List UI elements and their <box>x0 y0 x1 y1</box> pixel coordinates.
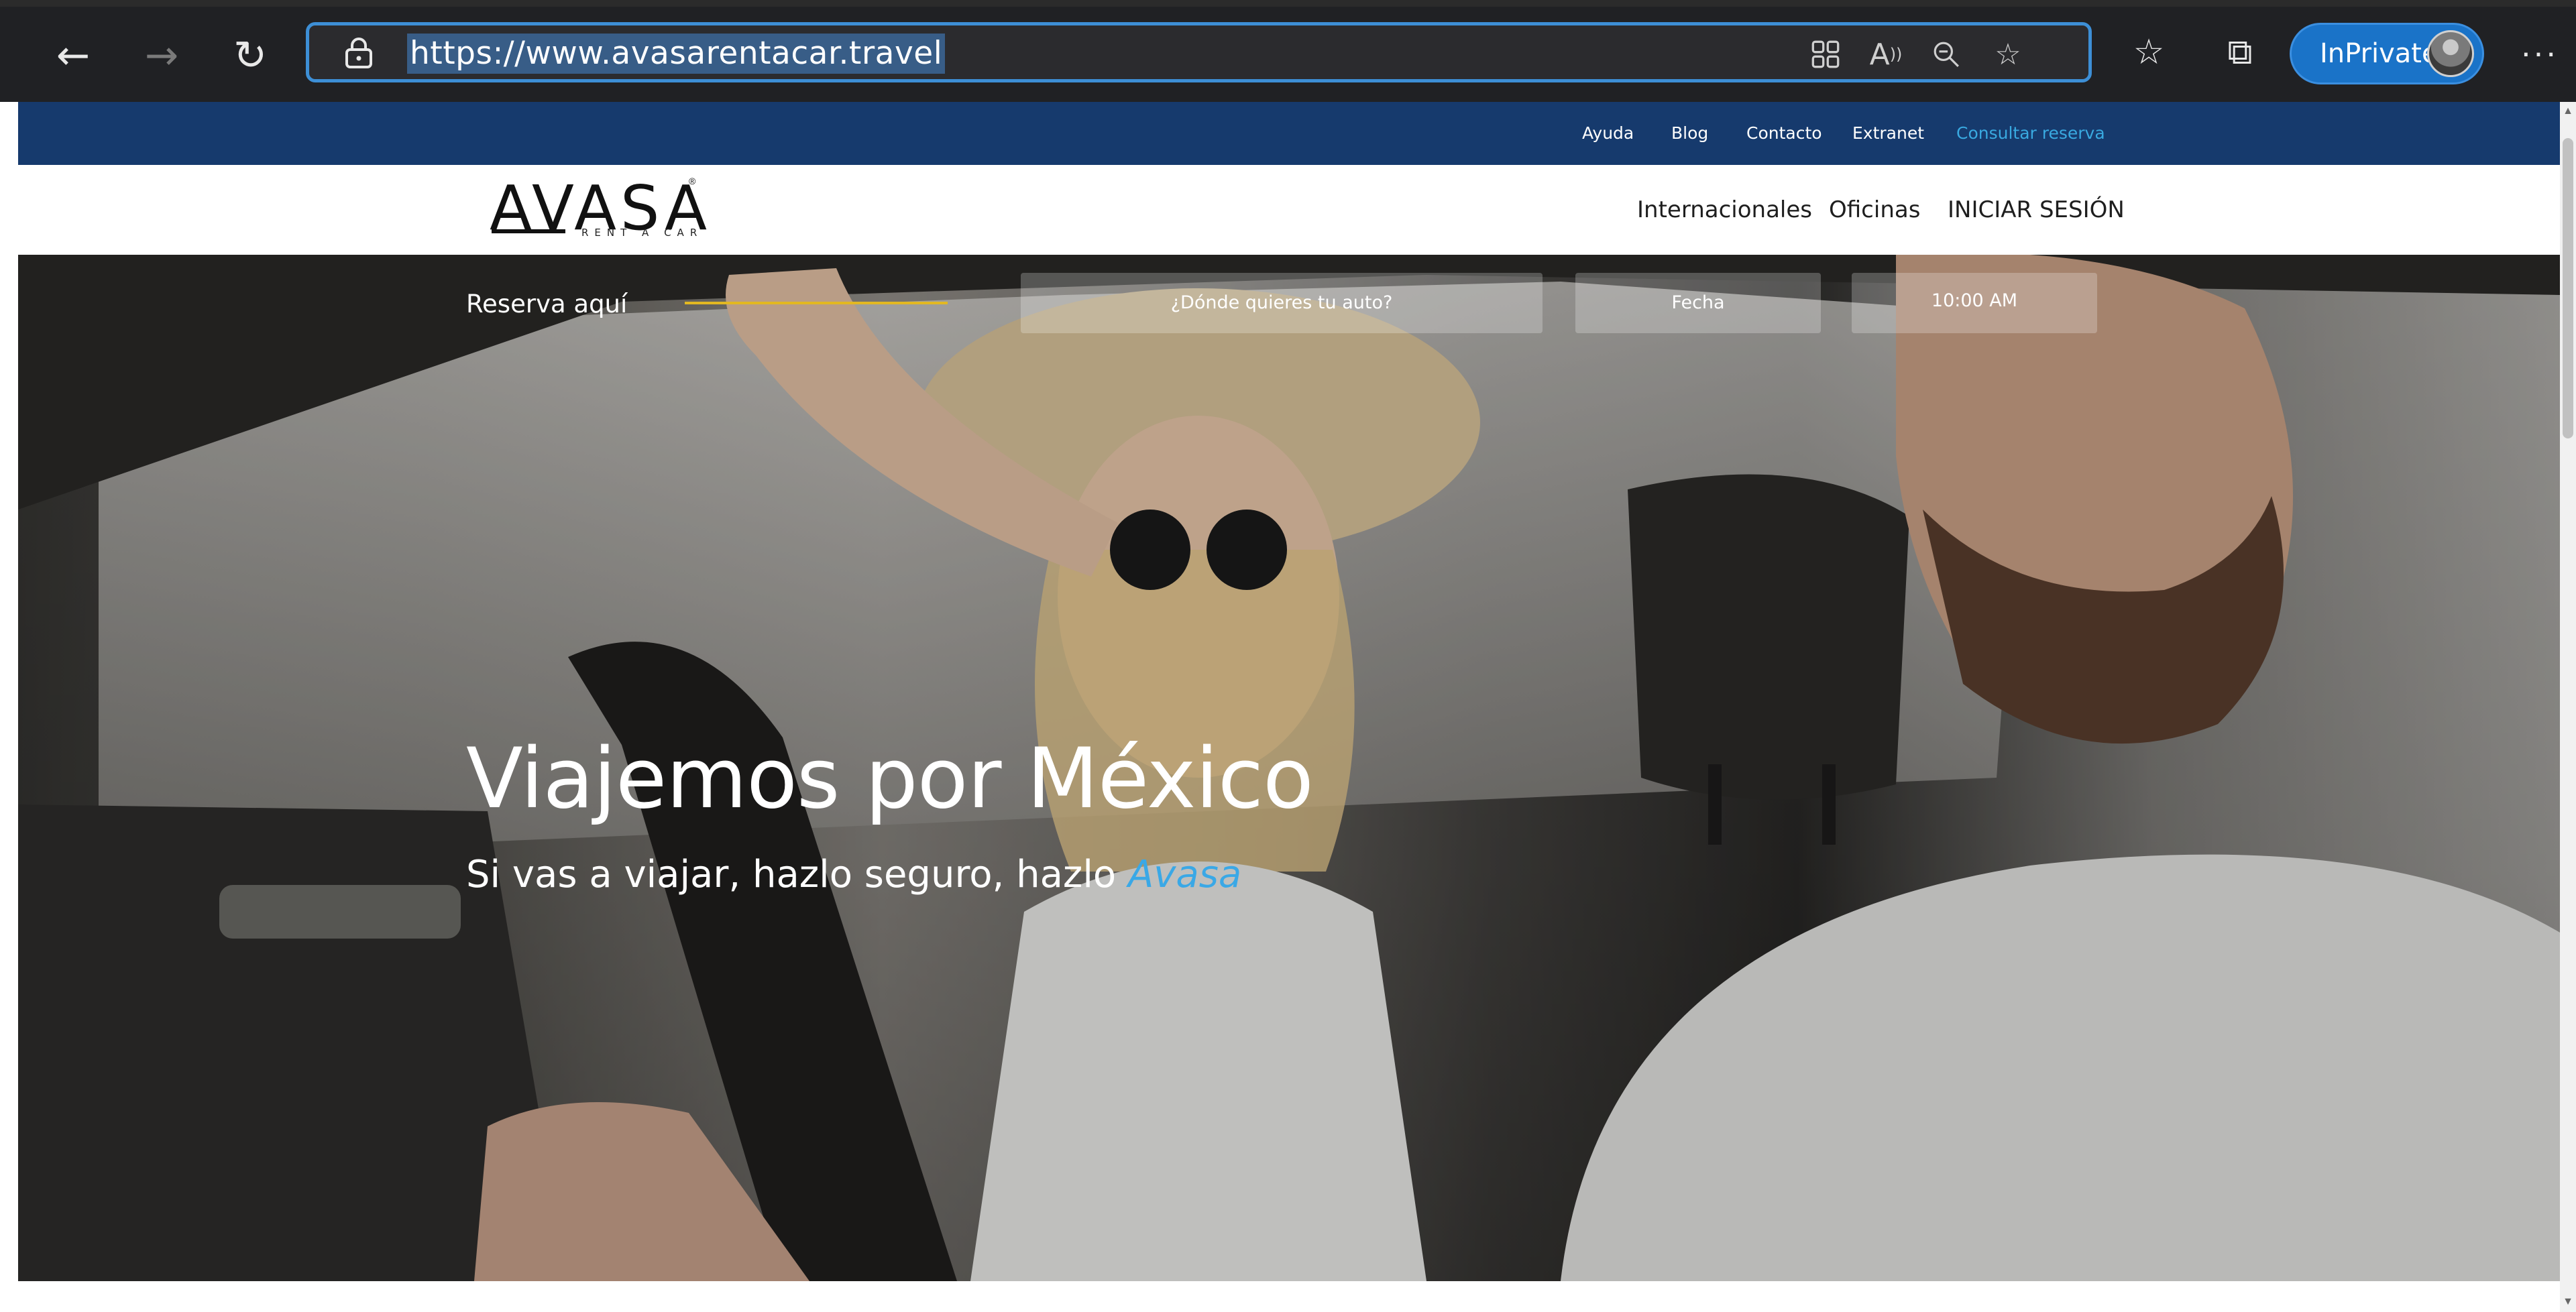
address-bar[interactable]: https://www.avasarentacar.travel A)) ☆ <box>306 22 2092 82</box>
hero-subtitle: Si vas a viajar, hazlo seguro, hazlo Ava… <box>466 853 1241 896</box>
more-menu-icon[interactable]: ··· <box>2514 27 2565 78</box>
logo-underline <box>492 229 565 233</box>
favorites-icon[interactable]: ☆ <box>2123 27 2174 78</box>
scroll-down-icon[interactable]: ▼ <box>2561 1295 2575 1309</box>
page-scrollbar[interactable]: ▲ ▼ <box>2560 102 2576 1312</box>
add-favorite-icon[interactable]: ☆ <box>1989 35 2027 74</box>
avasa-logo[interactable]: AVASA RENT A CAR ® <box>490 172 711 245</box>
utility-bar: Ayuda Blog Contacto Extranet Consultar r… <box>18 102 2560 165</box>
inprivate-label: InPrivate <box>2320 38 2439 69</box>
time-select[interactable]: 10:00 AM <box>1852 273 2097 333</box>
scroll-thumb[interactable] <box>2563 138 2573 438</box>
web-page: Ayuda Blog Contacto Extranet Consultar r… <box>18 102 2560 1312</box>
forward-icon[interactable]: → <box>131 25 192 86</box>
back-icon[interactable]: ← <box>43 25 103 86</box>
nav-oficinas[interactable]: Oficinas <box>1829 165 1920 255</box>
hero-subtitle-text: Si vas a viajar, hazlo seguro, hazlo <box>466 853 1117 896</box>
nav-internacionales[interactable]: Internacionales <box>1637 165 1812 255</box>
hero-brand-highlight: Avasa <box>1127 853 1242 896</box>
refresh-icon[interactable]: ↻ <box>220 25 280 86</box>
location-input[interactable]: ¿Dónde quieres tu auto? <box>1021 273 1543 333</box>
profile-avatar[interactable] <box>2427 30 2474 77</box>
booking-label: Reserva aquí <box>466 290 628 318</box>
logo-tagline: RENT A CAR <box>581 227 704 239</box>
url-text[interactable]: https://www.avasarentacar.travel <box>407 34 946 74</box>
tab-strip-edge <box>0 0 2576 7</box>
lock-icon[interactable] <box>344 38 374 68</box>
app-grid-icon[interactable] <box>1806 35 1845 74</box>
page-gutter <box>0 102 18 1312</box>
help-link[interactable]: Ayuda <box>1582 102 1634 165</box>
blog-link[interactable]: Blog <box>1671 102 1708 165</box>
extranet-link[interactable]: Extranet <box>1852 102 1924 165</box>
browser-toolbar: ← → ↻ https://www.avasarentacar.travel A… <box>0 0 2576 102</box>
hero-title: Viajemos por México <box>466 731 1314 827</box>
inprivate-button[interactable]: InPrivate <box>2290 23 2484 84</box>
nav-login[interactable]: INICIAR SESIÓN <box>1948 165 2125 255</box>
scroll-up-icon[interactable]: ▲ <box>2561 105 2575 118</box>
site-header: AVASA RENT A CAR ® Internacionales Ofici… <box>18 165 2560 255</box>
booking-accent-line <box>685 302 948 304</box>
check-reservation-link[interactable]: Consultar reserva <box>1956 102 2105 165</box>
read-aloud-icon[interactable]: A)) <box>1866 35 1905 74</box>
hero-banner: Reserva aquí ¿Dónde quieres tu auto? Fec… <box>18 255 2560 1281</box>
logo-registered-mark: ® <box>689 176 696 186</box>
date-input[interactable]: Fecha <box>1575 273 1821 333</box>
contact-link[interactable]: Contacto <box>1746 102 1822 165</box>
zoom-out-icon[interactable] <box>1927 35 1966 74</box>
collections-icon[interactable]: ⧉ <box>2215 27 2265 78</box>
